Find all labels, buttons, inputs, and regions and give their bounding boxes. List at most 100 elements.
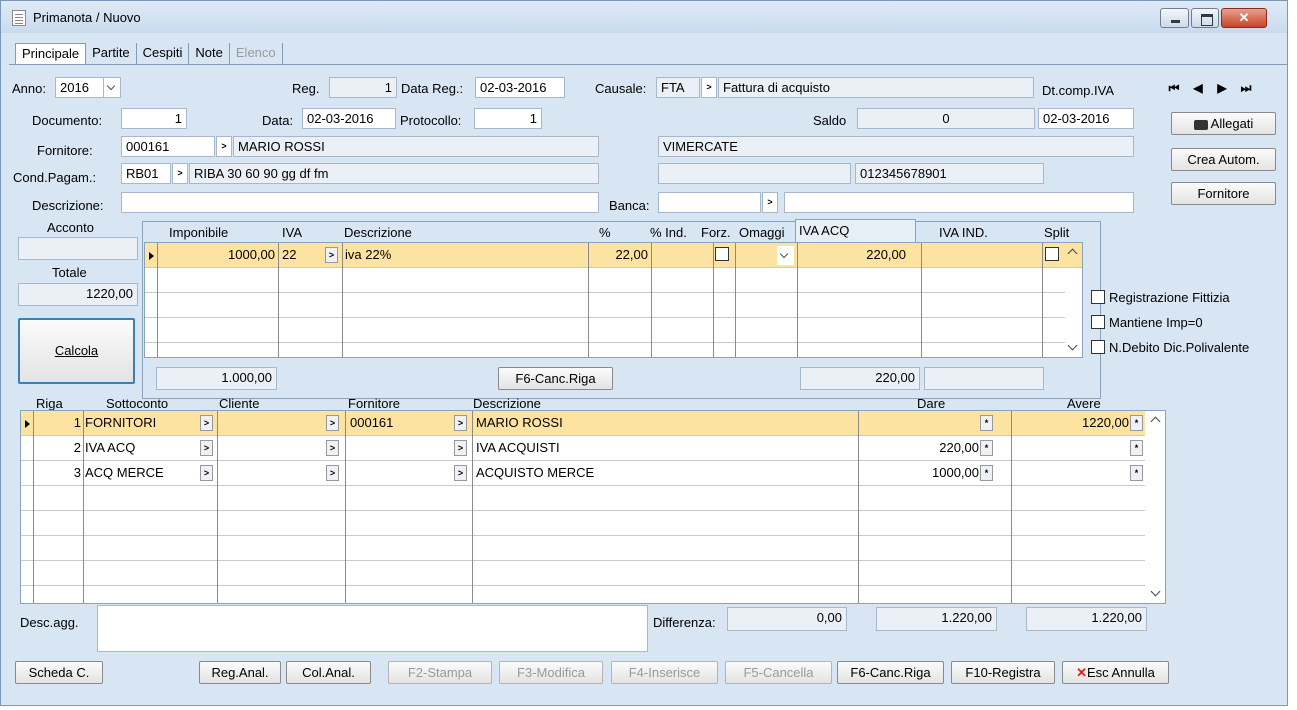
ledger-row[interactable]: 3 ACQ MERCE > > > ACQUISTO MERCE 1000,00… [21,461,1145,486]
ledger-cell-avere[interactable] [1015,461,1129,485]
last-record-icon[interactable]: ⏭ [1235,77,1257,99]
f4-inserisce-button[interactable]: F4-Inserisce [611,661,718,684]
esc-annulla-button[interactable]: ✕Esc Annulla [1062,661,1169,684]
anno-select[interactable]: 2016 [55,77,121,98]
n-debito-checkbox[interactable] [1091,340,1105,354]
f2-stampa-button[interactable]: F2-Stampa [388,661,492,684]
tab-principale[interactable]: Principale [15,43,87,65]
mantiene-imp-checkbox[interactable] [1091,315,1105,329]
split-checkbox[interactable] [1045,247,1059,261]
cliente-lookup-button[interactable]: > [326,465,339,481]
minimize-button[interactable] [1160,8,1189,28]
ledger-cell-avere[interactable] [1015,436,1129,460]
ledger-scrollbar[interactable] [1147,411,1165,603]
banca-code-field[interactable] [658,192,761,213]
ledger-cell-dare[interactable] [861,411,979,435]
ledger-cell-sottoconto[interactable]: FORNITORI [85,411,195,435]
tab-cespiti[interactable]: Cespiti [137,43,190,65]
ledger-cell-sottoconto[interactable]: ACQ MERCE [85,461,195,485]
scroll-up-icon[interactable] [1064,243,1082,261]
reg-anal-button[interactable]: Reg.Anal. [199,661,281,684]
sottoconto-lookup-button[interactable]: > [200,440,213,456]
ledger-cell-avere[interactable]: 1220,00 [1015,411,1129,435]
tab-elenco[interactable]: Elenco [230,43,283,65]
iva-row-empty[interactable] [145,268,1065,293]
data-reg-field[interactable]: 02-03-2016 [475,77,565,98]
fornitore-lookup-button[interactable]: > [216,136,232,157]
ledger-row-empty[interactable] [21,536,1145,561]
ledger-row-empty[interactable] [21,511,1145,536]
forz-checkbox[interactable] [715,247,729,261]
f3-modifica-button[interactable]: F3-Modifica [499,661,603,684]
documento-field[interactable]: 1 [121,108,187,129]
ledger-row-empty[interactable] [21,486,1145,511]
prev-record-icon[interactable]: ◀ [1187,77,1209,99]
allegati-button[interactable]: Allegati [1171,112,1276,135]
banca-lookup-button[interactable]: > [762,192,778,213]
iva-lookup-button[interactable]: > [325,247,338,263]
iva-row[interactable]: 1000,00 22 > iva 22% 22,00 220,00 [145,243,1082,268]
sottoconto-lookup-button[interactable]: > [200,415,213,431]
avere-calc-button[interactable]: * [1130,465,1143,481]
reg-field[interactable]: 1 [329,77,397,98]
ledger-cell-cliente[interactable] [220,436,320,460]
sottoconto-lookup-button[interactable]: > [200,465,213,481]
ledger-cell-descrizione[interactable]: MARIO ROSSI [476,411,856,435]
next-record-icon[interactable]: ▶ [1211,77,1233,99]
fornitore-row-lookup-button[interactable]: > [454,440,467,456]
iva-cell-imponibile[interactable]: 1000,00 [159,243,275,267]
tab-note[interactable]: Note [189,43,230,65]
f10-registra-button[interactable]: F10-Registra [951,661,1055,684]
close-button[interactable]: ✕ [1221,8,1267,28]
tab-partite[interactable]: Partite [86,43,137,65]
acconto-field[interactable] [18,237,138,260]
dare-calc-button[interactable]: * [980,440,993,456]
ledger-cell-cliente[interactable] [220,461,320,485]
causale-lookup-button[interactable]: > [701,77,717,98]
ledger-cell-dare[interactable]: 220,00 [861,436,979,460]
ledger-row[interactable]: 2 IVA ACQ > > > IVA ACQUISTI 220,00 * * [21,436,1145,461]
maximize-button[interactable] [1191,8,1219,28]
ledger-cell-descrizione[interactable]: IVA ACQUISTI [476,436,856,460]
col-anal-button[interactable]: Col.Anal. [286,661,371,684]
iva-row-empty[interactable] [145,293,1065,318]
iva-cell-iva-acq[interactable]: 220,00 [801,243,906,267]
data-field[interactable]: 02-03-2016 [302,108,396,129]
desc-agg-field[interactable] [97,605,648,652]
iva-row-empty[interactable] [145,318,1065,343]
cond-pagam-lookup-button[interactable]: > [172,163,188,184]
reg-fittizia-checkbox[interactable] [1091,290,1105,304]
cond-pagam-code-field[interactable]: RB01 [121,163,171,184]
iva-cell-perc[interactable]: 22,00 [592,243,648,267]
dt-comp-iva-field[interactable]: 02-03-2016 [1038,108,1134,129]
causale-code-field[interactable]: FTA [656,77,700,98]
iva-cell-iva[interactable]: 22 [282,243,320,267]
ledger-cell-fornitore[interactable]: 000161 [350,411,450,435]
iva-cell-iva-ind[interactable] [925,243,1035,267]
ledger-row[interactable]: 1 FORNITORI > > 000161 > MARIO ROSSI * 1… [21,411,1145,436]
ledger-cell-cliente[interactable] [220,411,320,435]
f5-cancella-button[interactable]: F5-Cancella [725,661,832,684]
iva-cell-descrizione[interactable]: iva 22% [345,243,585,267]
avere-calc-button[interactable]: * [1130,415,1143,431]
descrizione-field[interactable] [121,192,599,213]
dare-calc-button[interactable]: * [980,415,993,431]
cliente-lookup-button[interactable]: > [326,415,339,431]
fornitore-code-field[interactable]: 000161 [121,136,215,157]
iva-scrollbar[interactable] [1064,243,1082,357]
ledger-row-empty[interactable] [21,561,1145,586]
fornitore-row-lookup-button[interactable]: > [454,415,467,431]
fornitore-row-lookup-button[interactable]: > [454,465,467,481]
protocollo-field[interactable]: 1 [474,108,542,129]
crea-autom-button[interactable]: Crea Autom. [1171,148,1276,171]
ledger-cell-fornitore[interactable] [350,461,450,485]
calcola-button[interactable]: Calcola [18,318,135,384]
ledger-cell-dare[interactable]: 1000,00 [861,461,979,485]
omaggi-dropdown-icon[interactable] [777,246,794,265]
scroll-up-icon[interactable] [1147,411,1165,429]
iva-canc-riga-button[interactable]: F6-Canc.Riga [498,367,613,390]
dare-calc-button[interactable]: * [980,465,993,481]
chevron-down-icon[interactable] [103,78,120,97]
ledger-cell-fornitore[interactable] [350,436,450,460]
iva-cell-perc-ind[interactable] [655,243,711,267]
